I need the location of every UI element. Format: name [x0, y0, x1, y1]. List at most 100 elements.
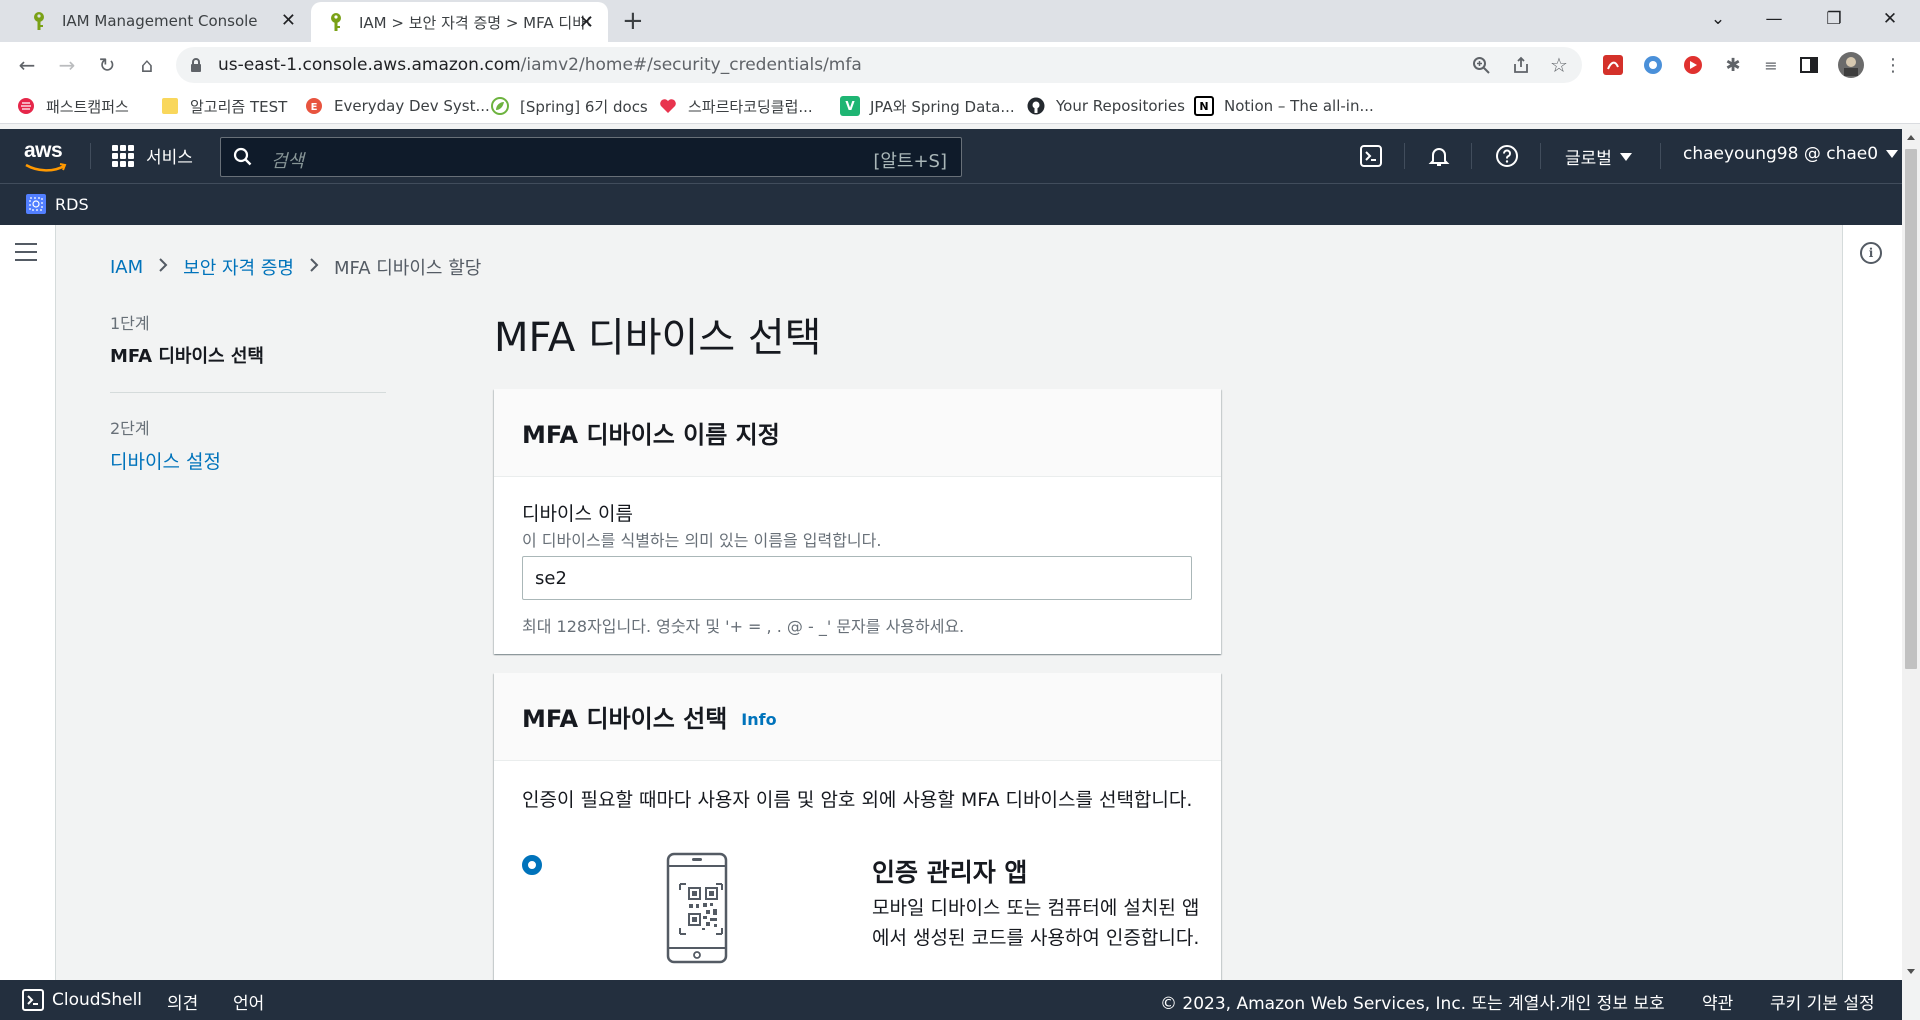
bookmark-label: 패스트캠퍼스 — [46, 97, 129, 116]
caret-down-icon — [1619, 152, 1632, 161]
sparta-heart-icon — [658, 96, 678, 116]
language-link[interactable]: 언어 — [233, 989, 264, 1014]
copyright-text: © 2023, Amazon Web Services, Inc. 또는 계열사… — [1160, 994, 1561, 1014]
favorite-service-rds[interactable]: RDS — [26, 194, 89, 214]
bookmark-item[interactable]: Your Repositories — [1026, 94, 1185, 118]
home-icon[interactable]: ⌂ — [132, 50, 162, 80]
url-path: /iamv2/home#/security_credentials/mfa — [520, 55, 862, 75]
scroll-up-icon[interactable] — [1907, 135, 1915, 140]
mfa-select-description: 인증이 필요할 때마다 사용자 이름 및 암호 외에 사용할 MFA 디바이스를… — [522, 789, 1193, 811]
feedback-link[interactable]: 의견 — [167, 989, 198, 1014]
left-navigation-rail — [0, 225, 56, 980]
lock-icon — [190, 57, 202, 77]
bookmark-item[interactable]: 알고리즘 TEST — [160, 94, 287, 118]
bookmark-label: JPA와 Spring Data... — [870, 97, 1015, 116]
breadcrumb: IAM 보안 자격 증명 MFA 디바이스 할당 — [110, 254, 481, 280]
services-menu-button[interactable]: 서비스 — [112, 143, 193, 168]
reload-icon[interactable]: ↻ — [92, 50, 122, 80]
info-panel-icon[interactable]: i — [1860, 242, 1882, 264]
chevron-right-icon — [308, 256, 320, 279]
pdf-extension-icon[interactable] — [1600, 52, 1626, 78]
bookmark-item[interactable]: V JPA와 Spring Data... — [840, 94, 1015, 118]
device-name-card: MFA 디바이스 이름 지정 디바이스 이름 이 디바이스를 식별하는 의미 있… — [494, 389, 1221, 654]
iam-key-icon — [325, 11, 347, 33]
card-title: MFA 디바이스 선택 — [522, 705, 728, 733]
address-bar[interactable]: us-east-1.console.aws.amazon.com/iamv2/h… — [176, 47, 1582, 83]
browser-tab-mfa-active[interactable]: IAM > 보안 자격 증명 > MFA 디바이스 할당 ✕ — [311, 2, 608, 42]
console-footer: CloudShell 의견 언어 © 2023, Amazon Web Serv… — [0, 980, 1902, 1020]
region-label: 글로벌 — [1565, 149, 1612, 169]
everyday-dev-icon: E — [304, 96, 324, 116]
rds-icon — [26, 194, 46, 214]
bookmark-item[interactable]: 패스트캠퍼스 — [16, 94, 129, 118]
help-icon[interactable] — [1493, 142, 1521, 170]
account-menu[interactable]: chaeyoung98 @ chae0 — [1683, 144, 1899, 164]
bookmark-item[interactable]: N Notion – The all-in... — [1194, 94, 1374, 118]
extension-red-play-icon[interactable] — [1680, 52, 1706, 78]
github-icon — [1026, 96, 1046, 116]
info-link[interactable]: Info — [741, 710, 776, 729]
search-placeholder: 검색 — [271, 151, 305, 172]
extensions-puzzle-icon[interactable]: ✱ — [1720, 52, 1746, 78]
hamburger-menu-icon[interactable] — [15, 243, 37, 267]
bookmark-label: 알고리즘 TEST — [190, 97, 288, 116]
bookmarks-bar: 패스트캠퍼스 알고리즘 TEST E Everyday Dev Syst... [… — [0, 88, 1920, 124]
authenticator-app-radio[interactable] — [522, 855, 542, 875]
search-icon — [233, 147, 253, 171]
extension-blue-icon[interactable] — [1640, 52, 1666, 78]
bookmark-label: Everyday Dev Syst... — [334, 97, 490, 115]
card-header: MFA 디바이스 이름 지정 — [494, 389, 1221, 477]
cloudshell-label: CloudShell — [52, 990, 143, 1010]
scroll-down-icon[interactable] — [1907, 969, 1915, 974]
notifications-bell-icon[interactable] — [1425, 142, 1453, 170]
device-name-description: 이 디바이스를 식별하는 의미 있는 이름을 입력합니다. — [522, 531, 882, 550]
cloudshell-icon[interactable] — [1357, 142, 1385, 170]
device-name-input[interactable]: se2 — [522, 556, 1192, 600]
privacy-link[interactable]: 개인 정보 보호 — [1560, 989, 1665, 1014]
reading-list-icon[interactable]: ≡ — [1758, 52, 1784, 78]
scrollbar-thumb[interactable] — [1905, 149, 1917, 669]
device-name-label: 디바이스 이름 — [522, 503, 633, 525]
back-icon[interactable]: ← — [12, 50, 42, 80]
minimize-icon[interactable]: — — [1746, 0, 1802, 38]
zoom-icon[interactable] — [1470, 54, 1492, 76]
step-1-label: 1단계 — [110, 314, 150, 333]
fastcampus-icon — [16, 96, 36, 116]
close-tab-icon[interactable]: ✕ — [579, 12, 594, 33]
share-icon[interactable] — [1510, 54, 1532, 76]
aws-logo[interactable]: aws — [24, 139, 70, 173]
side-panel-icon[interactable] — [1796, 52, 1822, 78]
cookie-preferences-link[interactable]: 쿠키 기본 설정 — [1770, 989, 1875, 1014]
close-window-icon[interactable]: ✕ — [1862, 0, 1918, 38]
bookmark-item[interactable]: [Spring] 6기 docs — [490, 94, 648, 118]
breadcrumb-iam[interactable]: IAM — [110, 257, 143, 278]
forward-icon[interactable]: → — [52, 50, 82, 80]
aws-top-navigation: aws 서비스 검색 [알트+S] 글로벌 chaeyoung98 @ chae… — [0, 129, 1902, 225]
bookmark-item[interactable]: E Everyday Dev Syst... — [304, 94, 490, 118]
chevron-right-icon — [157, 256, 169, 279]
close-tab-icon[interactable]: ✕ — [281, 10, 296, 31]
browser-tab-iam-console[interactable]: IAM Management Console ✕ — [14, 0, 310, 42]
browser-toolbar: ← → ↻ ⌂ us-east-1.console.aws.amazon.com… — [0, 42, 1920, 88]
tab-title: IAM > 보안 자격 증명 > MFA 디바이스 할당 — [359, 13, 591, 32]
bookmark-item[interactable]: 스파르타코딩클럽... — [658, 94, 813, 118]
terms-link[interactable]: 약관 — [1702, 989, 1733, 1014]
bookmark-label: Notion – The all-in... — [1224, 97, 1374, 115]
page-scrollbar[interactable] — [1902, 129, 1920, 980]
step-2-link[interactable]: 디바이스 설정 — [110, 447, 386, 474]
spring-leaf-icon — [490, 96, 510, 116]
search-input[interactable]: 검색 [알트+S] — [220, 137, 962, 177]
breadcrumb-security-credentials[interactable]: 보안 자격 증명 — [183, 254, 294, 280]
browser-menu-icon[interactable]: ⋮ — [1880, 52, 1906, 78]
step-2-label: 2단계 — [110, 419, 150, 438]
region-selector[interactable]: 글로벌 — [1565, 144, 1632, 169]
url-text: us-east-1.console.aws.amazon.com/iamv2/h… — [218, 55, 862, 75]
restore-icon[interactable]: ❐ — [1806, 0, 1862, 38]
account-label: chaeyoung98 @ chae0 — [1683, 144, 1879, 164]
tab-search-chevron-icon[interactable]: ⌄ — [1690, 0, 1746, 38]
cloudshell-button[interactable]: CloudShell — [22, 989, 142, 1011]
profile-avatar[interactable] — [1838, 52, 1864, 78]
new-tab-icon[interactable]: + — [622, 6, 644, 36]
authenticator-app-title[interactable]: 인증 관리자 앱 — [872, 853, 1027, 889]
bookmark-star-icon[interactable]: ☆ — [1548, 53, 1570, 77]
